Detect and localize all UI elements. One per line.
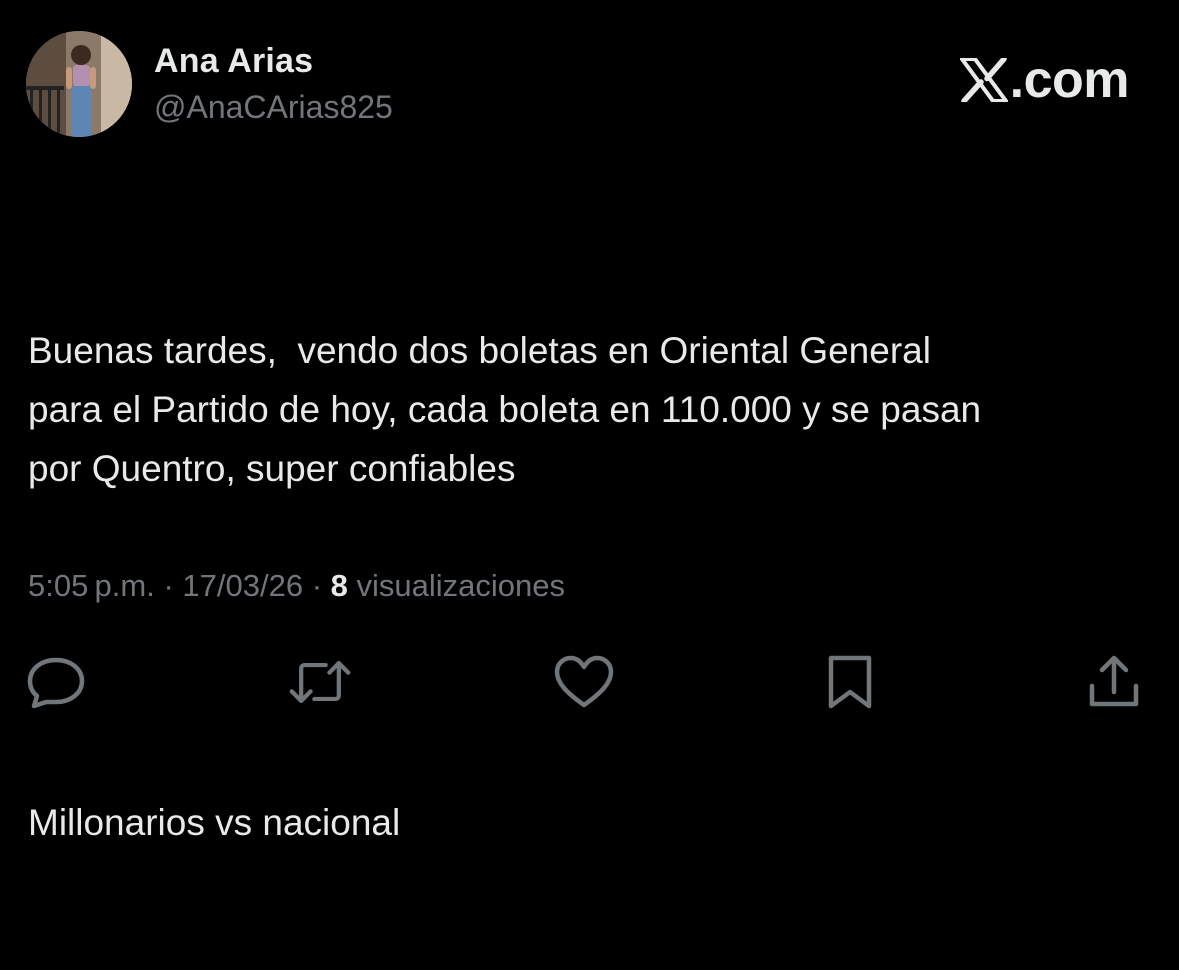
- x-logo-icon: [959, 58, 1008, 102]
- action-bar: [0, 650, 1179, 714]
- retweet-button[interactable]: [288, 650, 352, 714]
- share-button[interactable]: [1082, 650, 1146, 714]
- author-handle[interactable]: @AnaCArias825: [154, 89, 393, 126]
- views-count: 8: [330, 568, 348, 603]
- meta-separator: ·: [154, 568, 183, 603]
- tweet-paragraph: Buenas tardes, vendo dos boletas en Orie…: [28, 330, 982, 489]
- tweet-card: Ana Arias @AnaCArias825 .com Buenas tard…: [0, 0, 1179, 843]
- like-button[interactable]: [552, 650, 616, 714]
- retweet-icon: [289, 661, 351, 703]
- avatar[interactable]: [26, 31, 132, 137]
- reply-icon: [27, 657, 85, 708]
- profile-photo-icon: [26, 31, 132, 137]
- share-icon: [1089, 655, 1139, 707]
- brand-text: .com: [1009, 51, 1130, 109]
- reply-button[interactable]: [24, 650, 88, 714]
- brand-watermark: .com: [959, 50, 1130, 110]
- tweet-metadata: 5:05 p.m. · 17/03/26 · 8 visualizaciones: [28, 568, 565, 604]
- bookmark-button[interactable]: [818, 650, 882, 714]
- author-display-name[interactable]: Ana Arias: [154, 42, 313, 81]
- meta-separator: ·: [303, 568, 331, 603]
- tweet-paragraph: Millonarios vs nacional: [28, 802, 401, 843]
- bookmark-icon: [828, 655, 872, 709]
- views-label: visualizaciones: [347, 568, 566, 603]
- tweet-date[interactable]: 17/03/26: [182, 568, 303, 603]
- tweet-time[interactable]: 5:05 p.m.: [28, 568, 155, 603]
- heart-icon: [554, 655, 614, 708]
